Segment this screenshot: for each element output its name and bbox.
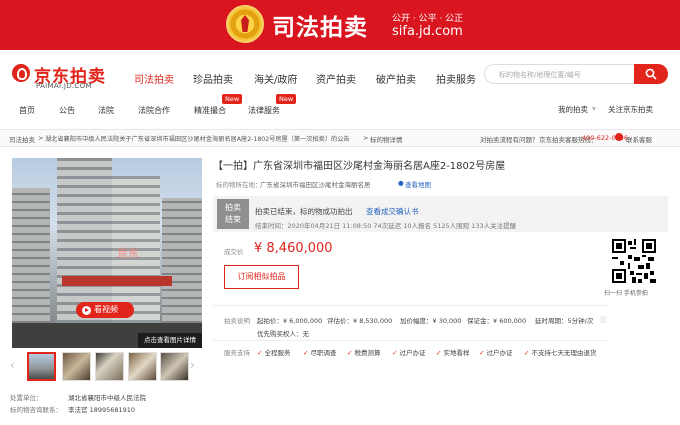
help-icon[interactable]: ⓘ: [600, 314, 607, 324]
service-item: ✓ 过户办证: [479, 349, 513, 357]
nav-treasure-auction[interactable]: 珍品拍卖: [193, 71, 233, 86]
court-emblem-icon: [226, 5, 264, 43]
breadcrumb-notice[interactable]: 湖北省襄阳市中级人民法院关于广东省深圳市福田区沙尾村金海丽名居A座2-1802号…: [45, 134, 350, 143]
my-auction-link[interactable]: 我的拍卖: [558, 104, 588, 115]
chevron-down-icon[interactable]: ▾: [592, 104, 596, 113]
subnav-precise-matching[interactable]: 精准撮合: [194, 105, 226, 116]
photo-watermark: 京东: [117, 247, 139, 260]
status-message: 拍卖已结束，标的物成功拍出: [255, 207, 353, 216]
search-placeholder: 标的物名称/地理位置/编号: [499, 71, 581, 79]
subnav-court-cooperation[interactable]: 法院合作: [138, 105, 170, 116]
search-icon: [645, 68, 657, 80]
subnav-courts[interactable]: 法院: [98, 105, 114, 116]
jd-auction-logo-icon[interactable]: [12, 64, 30, 82]
nav-asset-auction[interactable]: 资产拍卖: [316, 71, 356, 86]
auction-params-label: 拍卖说明: [224, 317, 250, 325]
bid-increment: 加价幅度：¥ 30,000: [400, 317, 462, 325]
thumbnail[interactable]: [160, 352, 189, 381]
banner-url: sifa.jd.com: [392, 24, 463, 39]
search-input[interactable]: 标的物名称/地理位置/编号: [484, 64, 636, 84]
appraisal-price: 评估价：¥ 8,530,000: [327, 317, 393, 325]
delay-period: 延时周期：5分钟/次: [535, 317, 594, 325]
service-support-label: 服务支持: [224, 349, 250, 357]
banner-slogan: 公开 · 公平 · 公正: [392, 14, 464, 24]
subscribe-similar-button[interactable]: 订阅相似拍品: [224, 265, 299, 289]
nav-bankruptcy-auction[interactable]: 破产拍卖: [376, 71, 416, 86]
thumbnail[interactable]: [27, 352, 56, 381]
nav-customs-government[interactable]: 海关/政府: [254, 71, 297, 86]
service-item: ✓ 过户办证: [392, 349, 426, 357]
contact-info: 李法官 18995681910: [68, 406, 136, 414]
location-pin-icon[interactable]: ●: [398, 179, 404, 187]
deal-price: ¥ 8,460,000: [254, 241, 333, 256]
nav-judicial-auction[interactable]: 司法拍卖: [134, 71, 174, 86]
breadcrumb-root[interactable]: 司法拍卖: [9, 134, 35, 144]
service-item: ✓ 税费测算: [347, 349, 381, 357]
disposal-unit[interactable]: 湖北省襄阳市中级人民法院: [68, 392, 146, 402]
starting-price: 起拍价：¥ 6,000,000: [257, 317, 323, 325]
disposal-unit-label: 处置单位：: [10, 394, 43, 402]
deal-price-label: 成交价: [224, 248, 244, 256]
search-button[interactable]: [634, 64, 668, 84]
auction-stats: 结束时间：2020年04月21日 11:08:50 74次延迟 10人报名 51…: [255, 222, 517, 230]
customer-service-icon[interactable]: [615, 133, 623, 141]
contact-service-link[interactable]: 联系客服: [626, 134, 652, 144]
property-photo[interactable]: 京东: [12, 158, 202, 348]
subnav-home[interactable]: 首页: [19, 105, 35, 116]
qr-label: 扫一扫 手机参拍: [604, 290, 648, 297]
breadcrumb-detail: 标的物详情: [370, 136, 403, 144]
breadcrumb-separator: >: [38, 134, 44, 142]
priority-buyer: 优先购买权人：无: [257, 330, 309, 338]
breadcrumb-separator: >: [363, 134, 369, 142]
location-value: 广东省深圳市福田区沙尾村金海丽名居: [260, 181, 371, 189]
logo-subtitle: PAIMAI.JD.COM: [36, 82, 92, 90]
view-confirmation-link[interactable]: 查看成交确认书: [366, 206, 419, 217]
service-item: ✓ 尽职调查: [303, 349, 337, 357]
banner-title: 司法拍卖: [272, 15, 368, 41]
watch-video-button[interactable]: 看视频: [76, 302, 134, 318]
location-label: 标的物所在地：: [216, 181, 262, 189]
subnav-notices[interactable]: 公告: [59, 105, 75, 116]
service-item: ✓ 不支持七天无理由退货: [524, 349, 597, 357]
deposit: 保证金：¥ 600,000: [467, 317, 527, 325]
follow-link[interactable]: 关注京东拍卖: [608, 104, 653, 115]
service-item: ✓ 实地看样: [436, 349, 470, 357]
thumbnail[interactable]: [62, 352, 91, 381]
nav-auction-service[interactable]: 拍卖服务: [436, 71, 476, 86]
subnav-legal-service[interactable]: 法律服务: [248, 105, 280, 116]
thumb-prev-icon[interactable]: ‹: [10, 358, 15, 372]
new-badge: New: [222, 94, 243, 104]
status-badge: 拍卖 结束: [217, 199, 249, 229]
item-title: 【一拍】广东省深圳市福田区沙尾村金海丽名居A座2-1802号房屋: [213, 161, 506, 172]
service-item: ✓ 全程服务: [257, 349, 291, 357]
thumbnail[interactable]: [95, 352, 124, 381]
divider: [213, 305, 608, 306]
view-photo-details-button[interactable]: 点击查看图片详情: [138, 333, 202, 348]
divider: [213, 340, 608, 341]
thumb-next-icon[interactable]: ›: [190, 358, 195, 372]
contact-label: 标的物咨询联系：: [10, 406, 62, 414]
view-map-link[interactable]: 查看地图: [405, 179, 431, 189]
qr-code: [612, 239, 656, 283]
thumbnail[interactable]: [128, 352, 157, 381]
process-question-link[interactable]: 对拍卖流程有问题？: [480, 134, 539, 144]
new-badge: New: [276, 94, 297, 104]
